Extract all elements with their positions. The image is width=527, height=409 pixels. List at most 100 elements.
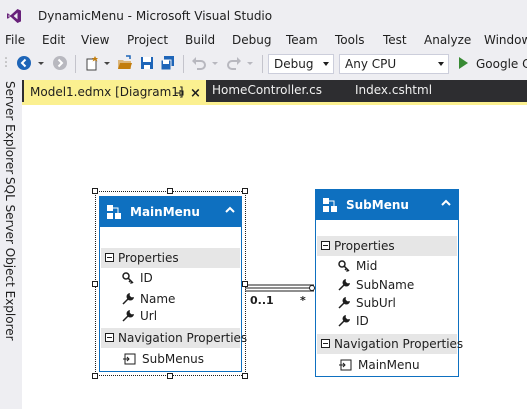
- property-url[interactable]: Url: [140, 309, 157, 323]
- undo-icon[interactable]: [191, 55, 207, 71]
- sql-server-object-explorer-tab[interactable]: SQL Server Object Explorer: [3, 177, 17, 341]
- toolbar-grip-icon: [5, 57, 7, 67]
- navigate-back-icon[interactable]: [16, 55, 32, 71]
- wrench-property-icon: [122, 293, 134, 305]
- solution-platform-select[interactable]: Any CPU: [339, 54, 449, 74]
- collapse-chevron-up-icon[interactable]: [224, 205, 236, 215]
- toolbar-separator: [262, 55, 263, 73]
- tab-label: Index.cshtml: [355, 83, 433, 97]
- key-property-icon: [122, 272, 134, 284]
- save-all-icon[interactable]: [160, 55, 176, 71]
- open-file-icon[interactable]: [117, 55, 133, 71]
- tab-model1-edmx[interactable]: Model1.edmx [Diagram1] ×: [24, 80, 206, 102]
- association-multiplicity-right: *: [300, 294, 306, 307]
- entity-header[interactable]: MainMenu: [100, 197, 241, 227]
- menu-debug[interactable]: Debug: [232, 33, 271, 47]
- entity-header[interactable]: SubMenu: [316, 190, 458, 220]
- toolbar-separator: [75, 55, 76, 73]
- section-collapse-icon[interactable]: [321, 241, 330, 250]
- title-bar: DynamicMenu - Microsoft Visual Studio: [0, 0, 527, 31]
- tab-label: HomeController.cs: [212, 83, 323, 97]
- solution-configuration-select[interactable]: Debug: [268, 54, 334, 74]
- property-suburl[interactable]: SubUrl: [356, 296, 396, 310]
- entity-submenu[interactable]: SubMenu Properties Mid SubName SubUrl ID…: [315, 189, 463, 377]
- toolbar: Debug Any CPU Google C: [0, 51, 527, 77]
- menu-tools[interactable]: Tools: [335, 33, 365, 47]
- entity-mainmenu[interactable]: MainMenu Properties ID Name Url Navigati…: [99, 196, 247, 372]
- menu-test[interactable]: Test: [383, 33, 407, 47]
- start-debugging-play-icon[interactable]: [457, 56, 469, 70]
- nav-property-submenus[interactable]: SubMenus: [142, 352, 204, 366]
- resize-handle[interactable]: [242, 281, 248, 287]
- key-property-icon: [338, 260, 350, 272]
- properties-section-header[interactable]: Properties: [317, 236, 457, 256]
- solution-platform-value: Any CPU: [345, 57, 397, 71]
- section-label: Properties: [334, 239, 395, 253]
- back-dropdown-icon[interactable]: [37, 55, 45, 71]
- window-title: DynamicMenu - Microsoft Visual Studio: [38, 9, 273, 23]
- collapse-chevron-up-icon[interactable]: [440, 198, 452, 208]
- menu-team[interactable]: Team: [286, 33, 318, 47]
- property-mid[interactable]: Mid: [356, 259, 377, 273]
- redo-icon[interactable]: [226, 55, 242, 71]
- property-name[interactable]: Name: [140, 292, 175, 306]
- pin-icon[interactable]: [174, 88, 184, 98]
- properties-section-header[interactable]: Properties: [101, 248, 240, 268]
- association-multiplicity-left: 0..1: [250, 294, 274, 307]
- resize-handle[interactable]: [92, 281, 98, 287]
- section-label: Navigation Properties: [118, 331, 248, 345]
- section-collapse-icon[interactable]: [105, 253, 114, 262]
- resize-handle[interactable]: [242, 188, 248, 194]
- server-explorer-tab[interactable]: Server Explorer: [3, 81, 17, 174]
- redo-dropdown-icon[interactable]: [246, 55, 254, 71]
- menu-view[interactable]: View: [81, 33, 109, 47]
- menu-analyze[interactable]: Analyze: [424, 33, 471, 47]
- new-project-icon[interactable]: [84, 55, 100, 71]
- toolbar-separator: [183, 55, 184, 73]
- navigation-property-icon: [123, 353, 136, 365]
- entity-type-icon: [323, 198, 337, 212]
- navigation-property-icon: [339, 359, 352, 371]
- navigation-properties-section-header[interactable]: Navigation Properties: [317, 334, 463, 354]
- section-collapse-icon[interactable]: [105, 333, 114, 342]
- tab-index-cshtml[interactable]: Index.cshtml: [349, 80, 469, 102]
- tab-homecontroller-cs[interactable]: HomeController.cs: [206, 80, 356, 102]
- document-tab-strip: Model1.edmx [Diagram1] × HomeController.…: [22, 80, 527, 102]
- chevron-down-icon: [438, 62, 444, 66]
- wrench-property-icon: [338, 279, 350, 291]
- menu-file[interactable]: File: [5, 33, 25, 47]
- property-subname[interactable]: SubName: [356, 278, 414, 292]
- property-id[interactable]: ID: [140, 271, 153, 285]
- resize-handle[interactable]: [242, 373, 248, 379]
- section-collapse-icon[interactable]: [321, 339, 330, 348]
- entity-name: SubMenu: [346, 198, 409, 212]
- menu-edit[interactable]: Edit: [42, 33, 65, 47]
- menu-build[interactable]: Build: [185, 33, 215, 47]
- resize-handle[interactable]: [167, 188, 173, 194]
- save-icon[interactable]: [139, 55, 155, 71]
- entity-name: MainMenu: [130, 205, 200, 219]
- menu-bar: File Edit View Project Build Debug Team …: [0, 31, 527, 51]
- property-id[interactable]: ID: [356, 314, 369, 328]
- navigate-forward-icon[interactable]: [52, 55, 68, 71]
- chevron-down-icon: [323, 62, 329, 66]
- resize-handle[interactable]: [167, 373, 173, 379]
- left-tool-window-bar: Server Explorer SQL Server Object Explor…: [0, 77, 22, 409]
- nav-property-mainmenu[interactable]: MainMenu: [358, 358, 420, 372]
- solution-configuration-value: Debug: [274, 57, 314, 71]
- undo-dropdown-icon[interactable]: [211, 55, 219, 71]
- start-debugging-button[interactable]: Google C: [476, 57, 527, 71]
- menu-project[interactable]: Project: [127, 33, 168, 47]
- navigation-properties-section-header[interactable]: Navigation Properties: [101, 328, 247, 348]
- tab-label: Model1.edmx [Diagram1]: [30, 85, 184, 99]
- entity-designer-canvas[interactable]: 0..1 * MainMenu Properties ID Name Url N…: [22, 105, 527, 409]
- new-dropdown-icon[interactable]: [103, 55, 111, 71]
- visual-studio-logo-icon: [7, 9, 21, 23]
- resize-handle[interactable]: [92, 373, 98, 379]
- wrench-property-icon: [122, 310, 134, 322]
- resize-handle[interactable]: [92, 188, 98, 194]
- section-label: Navigation Properties: [334, 337, 464, 351]
- close-icon[interactable]: ×: [190, 86, 201, 101]
- wrench-property-icon: [338, 297, 350, 309]
- menu-window[interactable]: Window: [484, 33, 527, 47]
